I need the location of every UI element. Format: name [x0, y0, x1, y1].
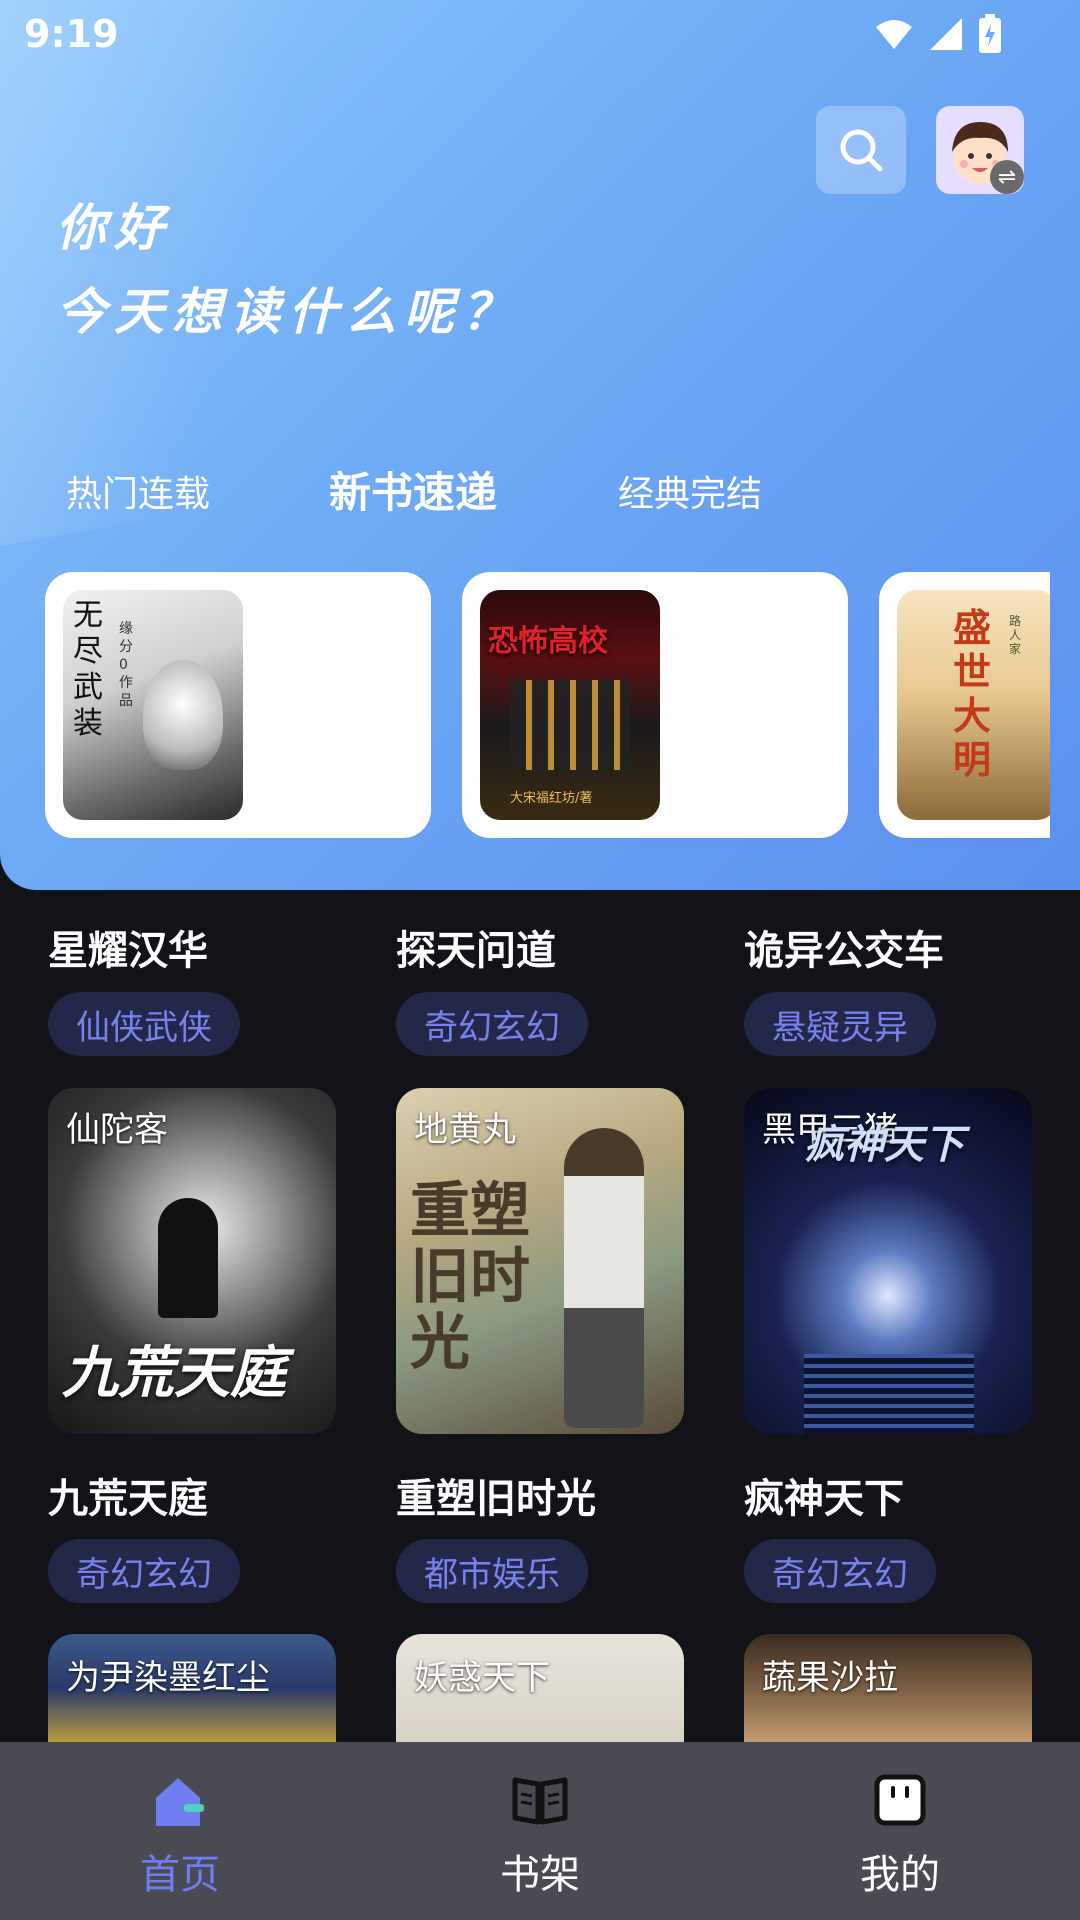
- tab-classic-finished[interactable]: 经典完结: [618, 465, 762, 517]
- nav-home-label: 首页: [140, 1852, 220, 1898]
- search-button[interactable]: [816, 106, 906, 194]
- cover-subtitle: 路人家: [1009, 614, 1022, 656]
- switch-account-icon: ⇌: [990, 160, 1024, 194]
- home-icon: [156, 1778, 204, 1826]
- book-cover[interactable]: 为尹染墨红尘: [48, 1634, 336, 1744]
- cover-title: 九荒天庭: [62, 1340, 286, 1406]
- book-title[interactable]: 九荒天庭: [48, 1466, 208, 1524]
- featured-card[interactable]: 无尽武装 缘分0 作品: [45, 572, 431, 838]
- genre-tag: 奇幻玄幻: [396, 992, 588, 1056]
- book-title[interactable]: 重塑旧时光: [396, 1466, 596, 1524]
- cover-author: 妖惑天下: [414, 1658, 550, 1698]
- book-title[interactable]: 诡异公交车: [744, 918, 944, 976]
- status-time: 9:19: [24, 12, 119, 56]
- nav-home[interactable]: 首页: [0, 1742, 360, 1920]
- bottom-navigation: 首页 书架 我的: [0, 1742, 1080, 1920]
- cover-author: 地黄丸: [414, 1110, 516, 1150]
- book-title[interactable]: 疯神天下: [744, 1466, 904, 1524]
- hero-header: 9:19 ⇌ 你好 今天想读什么呢？ 热门连载 新书速递 经典完结 无尽武装 缘…: [0, 0, 1080, 890]
- book-cover[interactable]: 地黄丸 重塑旧时光: [396, 1088, 684, 1434]
- signal-icon: [930, 18, 962, 50]
- search-icon: [840, 129, 883, 172]
- genre-tag: 奇幻玄幻: [744, 1539, 936, 1603]
- book-title[interactable]: 探天问道: [396, 918, 556, 976]
- profile-icon: [874, 1774, 926, 1826]
- cover-title: 恐怖高校: [488, 624, 608, 659]
- nav-profile-label: 我的: [860, 1852, 940, 1898]
- bookshelf-icon: [512, 1777, 568, 1825]
- battery-icon: [979, 14, 1001, 53]
- tab-new-books[interactable]: 新书速递: [329, 459, 497, 520]
- cover-title: 疯神天下: [804, 1121, 964, 1168]
- category-tabs: 热门连载 新书速递 经典完结: [0, 455, 1080, 517]
- book-cover: 盛世大明 路人家: [897, 590, 1050, 820]
- greeting-subtitle: 今天想读什么呢？: [56, 283, 520, 341]
- cover-title: 盛世大明: [953, 605, 992, 782]
- genre-tag: 奇幻玄幻: [48, 1539, 240, 1603]
- nav-profile[interactable]: 我的: [720, 1742, 1080, 1920]
- book-cover[interactable]: 仙陀客 九荒天庭: [48, 1088, 336, 1434]
- wifi-icon: [876, 20, 912, 49]
- nav-bookshelf[interactable]: 书架: [360, 1742, 720, 1920]
- book-cover[interactable]: 黑甲三猪 疯神天下: [744, 1088, 1032, 1434]
- avatar-button[interactable]: ⇌: [936, 106, 1024, 194]
- book-cover: 恐怖高校 大宋福红坊/著: [480, 590, 660, 820]
- featured-carousel: 无尽武装 缘分0 作品 恐怖高校 大宋福红坊/著 盛世大明 路人家: [0, 572, 1050, 840]
- book-cover[interactable]: 蔬果沙拉: [744, 1634, 1032, 1744]
- status-bar: 9:19: [0, 0, 1080, 72]
- cover-author: 为尹染墨红尘: [66, 1658, 270, 1698]
- cover-title: 重塑旧时光: [410, 1176, 530, 1378]
- genre-tag: 仙侠武侠: [48, 992, 240, 1056]
- cover-subtitle: 缘分0 作品: [119, 621, 133, 709]
- nav-bookshelf-label: 书架: [500, 1852, 580, 1898]
- featured-card[interactable]: 恐怖高校 大宋福红坊/著: [462, 572, 848, 838]
- cover-subtitle: 大宋福红坊/著: [510, 791, 593, 806]
- genre-tag: 都市娱乐: [396, 1539, 588, 1603]
- cover-author: 仙陀客: [66, 1110, 168, 1150]
- cover-author: 蔬果沙拉: [762, 1658, 898, 1698]
- book-title[interactable]: 星耀汉华: [48, 918, 208, 976]
- book-cover: 无尽武装 缘分0 作品: [63, 590, 243, 820]
- screen: 9:19 ⇌ 你好 今天想读什么呢？ 热门连载 新书速递 经典完结 无尽武装 缘…: [0, 0, 1080, 1920]
- status-icons: [874, 14, 1002, 54]
- cover-title: 无尽武装: [73, 598, 103, 741]
- genre-tag: 悬疑灵异: [744, 992, 936, 1056]
- tab-hot-serial[interactable]: 热门连载: [66, 465, 210, 517]
- featured-card[interactable]: 盛世大明 路人家: [879, 572, 1050, 838]
- book-cover[interactable]: 妖惑天下: [396, 1634, 684, 1744]
- greeting-title: 你好: [56, 199, 172, 257]
